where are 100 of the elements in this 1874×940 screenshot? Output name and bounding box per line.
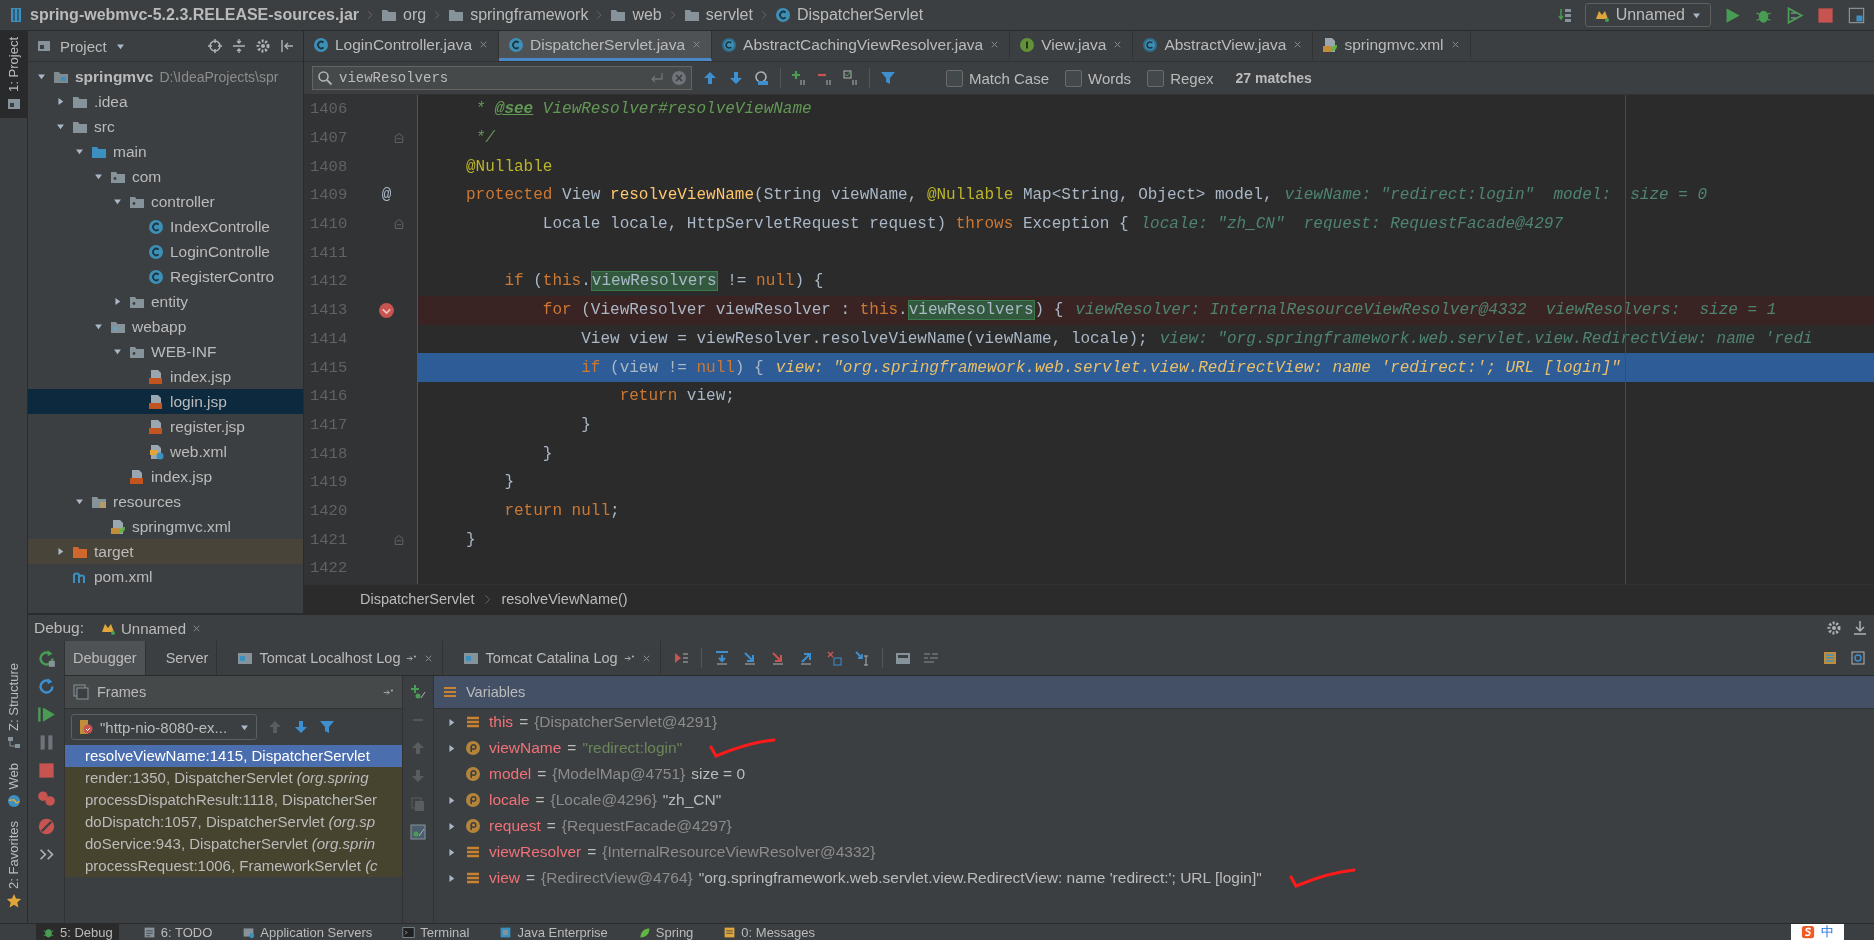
tree-item[interactable]: index.jsp [28,364,303,389]
collapse-all-icon[interactable] [231,38,247,54]
tree-item[interactable]: IndexControlle [28,214,303,239]
stack-frame[interactable]: render:1350, DispatcherServlet (org.spring [65,767,402,789]
tree-item[interactable]: springmvc.xml [28,514,303,539]
breadcrumb-item[interactable]: DispatcherServlet [360,591,475,607]
caret-down-icon[interactable] [93,171,104,182]
tree-item[interactable]: controller [28,189,303,214]
close-icon[interactable] [478,39,489,50]
tree-item[interactable]: resources [28,489,303,514]
find-all-icon[interactable] [754,70,770,86]
stack-frame[interactable]: processDispatchResult:1118, DispatcherSer [65,789,402,811]
caret-right-icon[interactable] [446,742,457,754]
download-icon[interactable] [1852,620,1868,636]
tree-item[interactable]: com [28,164,303,189]
resume-icon[interactable] [36,705,56,724]
breakpoints-icon[interactable] [36,789,56,808]
caret-down-icon[interactable] [93,321,104,332]
coverage-icon[interactable] [1785,5,1804,25]
stop-icon[interactable] [1816,5,1835,25]
arrow-down-icon[interactable] [410,768,426,784]
tree-item[interactable]: pom.xml [28,564,303,589]
caret-right-icon[interactable] [446,716,457,728]
tool-window-button[interactable]: 2: Favorites [0,815,27,915]
checkbox[interactable] [1147,69,1165,87]
caret-right-icon[interactable] [446,820,457,832]
breadcrumb-item[interactable]: org [403,6,427,24]
search-field[interactable]: viewResolvers [312,66,692,90]
tree-item[interactable]: RegisterContro [28,264,303,289]
drop-frame-icon[interactable] [825,650,842,666]
trace-icon[interactable] [922,650,939,666]
caret-right-icon[interactable] [446,846,457,858]
tree-item[interactable]: main [28,139,303,164]
tree-item[interactable]: .idea [28,89,303,114]
ime-logo-icon[interactable] [1801,925,1815,939]
add-selection-icon[interactable] [791,70,807,86]
arrow-down-icon[interactable] [293,719,309,735]
settings-icon[interactable] [255,38,271,54]
caret-down-icon[interactable] [36,71,47,82]
arrow-up-icon[interactable] [267,719,283,735]
fold-marker-icon[interactable] [392,132,405,145]
breadcrumb-item[interactable]: servlet [705,6,753,24]
tree-item[interactable]: login.jsp [28,389,303,414]
variable-entry[interactable]: request = {RequestFacade@4297} [489,817,732,835]
debug-tab[interactable]: Tomcat Catalina Log [455,641,661,675]
fold-marker-icon[interactable] [392,218,405,231]
variable-entry[interactable]: viewName = "redirect:login" [489,739,683,757]
tool-window-button[interactable]: 6: TODO [136,924,219,940]
settings-icon[interactable] [1826,620,1842,636]
binary-sort-icon[interactable] [1556,7,1573,23]
arrow-up-icon[interactable] [410,740,426,756]
run-configuration-dropdown[interactable]: Unnamed [1584,3,1711,27]
breadcrumb-item[interactable]: springframework [470,6,589,24]
caret-right-icon[interactable] [55,96,66,107]
tool-window-button[interactable]: Spring [631,924,700,940]
restore-layout-icon[interactable] [1850,650,1866,666]
tree-item[interactable]: WEB-INF [28,339,303,364]
checkbox-label[interactable]: Regex [1170,69,1214,87]
breadcrumb-item[interactable]: DispatcherServlet [796,6,924,24]
tree-item[interactable]: webapp [28,314,303,339]
stack-frame[interactable]: resolveViewName:1415, DispatcherServlet [65,745,402,767]
refresh-icon[interactable] [36,677,56,696]
tree-item[interactable]: web.xml [28,439,303,464]
filter-icon[interactable] [319,719,335,735]
checkbox[interactable] [946,69,963,87]
tree-item[interactable]: register.jsp [28,414,303,439]
stack-frame[interactable]: processRequest:1006, FrameworkServlet (c [65,855,402,877]
caret-right-icon[interactable] [112,296,123,307]
watches-icon[interactable] [410,824,426,840]
select-all-occurrences-icon[interactable] [843,70,859,86]
debug-tab[interactable]: Debugger [65,641,146,675]
caret-right-icon[interactable] [446,872,457,884]
variable-entry[interactable]: viewResolver = {InternalResourceViewResolver@4332} [489,843,876,861]
mute-breakpoints-icon[interactable] [36,817,56,836]
checkbox-label[interactable]: Words [1088,69,1132,87]
variable-entry[interactable]: model = {ModelMap@4751} size = 0 [489,765,746,783]
arrow-up-icon[interactable] [702,70,718,86]
breadcrumb-item[interactable]: resolveViewName() [501,591,628,607]
caret-down-icon[interactable] [55,121,66,132]
caret-down-icon[interactable] [74,146,85,157]
step-into-icon[interactable] [741,650,758,666]
debug-tab[interactable]: Server [157,641,218,675]
stack-frame[interactable]: doDispatch:1057, DispatcherServlet (org.sp [65,811,402,833]
editor-tab[interactable]: DispatcherServlet.java [499,31,713,61]
editor-tab[interactable]: AbstractCachingViewResolver.java [712,31,1011,61]
rerun-icon[interactable] [36,649,56,668]
thread-dump-icon[interactable] [1822,650,1838,666]
show-execution-point-icon[interactable] [672,650,689,666]
caret-right-icon[interactable] [446,794,457,806]
tree-item[interactable]: src [28,114,303,139]
debug-tab[interactable]: Tomcat Localhost Log [229,641,444,675]
editor-tab[interactable]: View.java [1010,31,1134,61]
project-view-dropdown[interactable]: Project [60,37,107,55]
thread-dropdown[interactable]: "http-nio-8080-ex... [71,714,257,740]
tool-window-button[interactable]: 0: Messages [717,924,822,940]
evaluate-icon[interactable] [894,650,911,666]
add-watch-icon[interactable] [410,684,426,700]
tool-window-button[interactable]: 5: Debug [36,924,119,940]
editor-tab[interactable]: springmvc.xml [1313,31,1471,61]
caret-down-icon[interactable] [112,346,123,357]
